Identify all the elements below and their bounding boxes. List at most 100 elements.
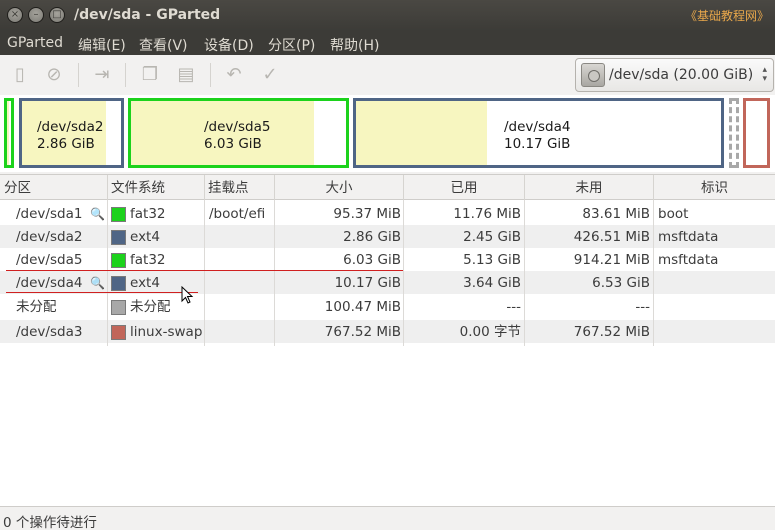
partition-map: /dev/sda2 2.86 GiB /dev/sda5 6.03 GiB /d… [0,95,775,172]
menu-device[interactable]: 设备(D) [204,35,254,55]
cell-size: 2.86 GiB [343,229,401,245]
cell-partition: /dev/sda4 [16,275,83,291]
column-unused[interactable]: 未用 [525,175,654,200]
column-partition[interactable]: 分区 [0,175,108,200]
cell-mountpoint: /boot/efi [209,206,266,222]
cell-filesystem: fat32 [130,252,166,268]
menu-help[interactable]: 帮助(H) [330,35,379,55]
menu-partition[interactable]: 分区(P) [268,35,315,55]
column-size[interactable]: 大小 [275,175,404,200]
map-partition-sda1[interactable] [4,98,14,168]
window-title: /dev/sda - GParted [74,7,221,23]
menu-view[interactable]: 查看(V) [139,35,188,55]
table-row[interactable]: /dev/sda5 fat32 6.03 GiB 5.13 GiB 914.21… [0,248,775,271]
cell-used: 5.13 GiB [463,252,521,268]
annotation-underline [6,292,198,293]
cell-unused: --- [635,299,650,315]
cell-size: 100.47 MiB [324,299,401,315]
filesystem-color-swatch [111,230,126,245]
cell-unused: 426.51 MiB [573,229,650,245]
maximize-window-button[interactable]: □ [49,7,65,23]
table-row[interactable]: 未分配 未分配 100.47 MiB --- --- [0,295,775,318]
table-row[interactable]: /dev/sda4 🔍 ext4 10.17 GiB 3.64 GiB 6.53… [0,271,775,294]
mouse-pointer-icon [181,286,194,304]
partition-size: 6.03 GiB [204,136,262,152]
toolbar-separator [78,63,79,87]
partition-table: /dev/sda1 🔍 fat32 /boot/efi 95.37 MiB 11… [0,200,775,506]
cell-size: 767.52 MiB [324,324,401,340]
resize-move-icon[interactable]: ⇥ [90,63,114,87]
cell-partition: /dev/sda5 [16,252,83,268]
copy-icon[interactable]: ❐ [138,63,162,87]
cell-size: 95.37 MiB [333,206,401,222]
menu-bar: GParted 编辑(E) 查看(V) 设备(D) 分区(P) 帮助(H) [0,31,775,55]
cell-flags: msftdata [658,252,719,268]
map-partition-sda5[interactable]: /dev/sda5 6.03 GiB [128,98,349,168]
column-used[interactable]: 已用 [404,175,525,200]
map-label-sda5: /dev/sda5 6.03 GiB [204,119,270,153]
column-divider [107,200,108,346]
cell-partition: 未分配 [16,299,57,315]
apply-icon[interactable]: ✓ [258,63,282,87]
column-divider [653,200,654,346]
cell-partition: /dev/sda2 [16,229,83,245]
spin-arrows-icon: ▴ ▾ [762,66,767,84]
toolbar-separator [210,63,211,87]
partition-size: 2.86 GiB [37,136,95,152]
cell-used: 3.64 GiB [463,275,521,291]
mounted-key-icon: 🔍 [90,276,105,290]
cell-size: 10.17 GiB [334,275,401,291]
filesystem-color-swatch [111,207,126,222]
pending-operations-status: 0 个操作待进行 [3,515,97,530]
partition-table-header: 分区 文件系统 挂载点 大小 已用 未用 标识 [0,174,775,200]
map-unallocated[interactable] [729,98,739,168]
table-row[interactable]: /dev/sda1 🔍 fat32 /boot/efi 95.37 MiB 11… [0,202,775,225]
table-row[interactable]: /dev/sda2 ext4 2.86 GiB 2.45 GiB 426.51 … [0,225,775,248]
column-mountpoint[interactable]: 挂载点 [205,175,275,200]
cell-unused: 914.21 MiB [573,252,650,268]
undo-icon[interactable]: ↶ [222,63,246,87]
cell-partition: /dev/sda1 [16,206,83,222]
cell-used: --- [506,299,521,315]
used-space-fill [356,101,487,165]
cell-size: 6.03 GiB [343,252,401,268]
watermark-text: 《基础教程网》 [684,9,769,23]
cell-used: 2.45 GiB [463,229,521,245]
paste-icon[interactable]: ▤ [174,63,198,87]
menu-gparted[interactable]: GParted [7,35,63,51]
cell-filesystem: 未分配 [130,299,171,315]
cell-unused: 83.61 MiB [582,206,650,222]
column-flags[interactable]: 标识 [654,175,775,200]
partition-name: /dev/sda2 [37,119,104,135]
new-partition-icon[interactable]: ▯ [8,63,32,87]
hard-disk-icon [581,63,605,87]
map-partition-sda3[interactable] [743,98,770,168]
cell-filesystem: linux-swap [130,324,203,340]
delete-icon[interactable]: ⊘ [42,63,66,87]
partition-name: /dev/sda4 [504,119,571,135]
cell-filesystem: ext4 [130,229,160,245]
table-row[interactable]: /dev/sda3 linux-swap 767.52 MiB 0.00 字节 … [0,320,775,343]
toolbar-separator [125,63,126,87]
minimize-window-button[interactable]: – [28,7,44,23]
cell-filesystem: ext4 [130,275,160,291]
map-partition-sda2[interactable]: /dev/sda2 2.86 GiB [19,98,124,168]
cell-unused: 6.53 GiB [592,275,650,291]
mounted-key-icon: 🔍 [90,207,105,221]
column-divider [524,200,525,346]
filesystem-color-swatch [111,276,126,291]
menu-edit[interactable]: 编辑(E) [78,35,126,55]
device-selector[interactable]: /dev/sda (20.00 GiB) ▴ ▾ [575,58,774,92]
filesystem-color-swatch [111,325,126,340]
cell-used: 11.76 MiB [453,206,521,222]
cell-filesystem: fat32 [130,206,166,222]
map-label-sda2: /dev/sda2 2.86 GiB [37,119,103,153]
close-window-button[interactable]: × [7,7,23,23]
column-filesystem[interactable]: 文件系统 [108,175,205,200]
device-selector-label: /dev/sda (20.00 GiB) [609,67,754,83]
cell-used: 0.00 字节 [459,324,521,340]
map-partition-sda4[interactable]: /dev/sda4 10.17 GiB [353,98,724,168]
partition-name: /dev/sda5 [204,119,271,135]
column-divider [403,200,404,346]
cell-flags: boot [658,206,689,222]
